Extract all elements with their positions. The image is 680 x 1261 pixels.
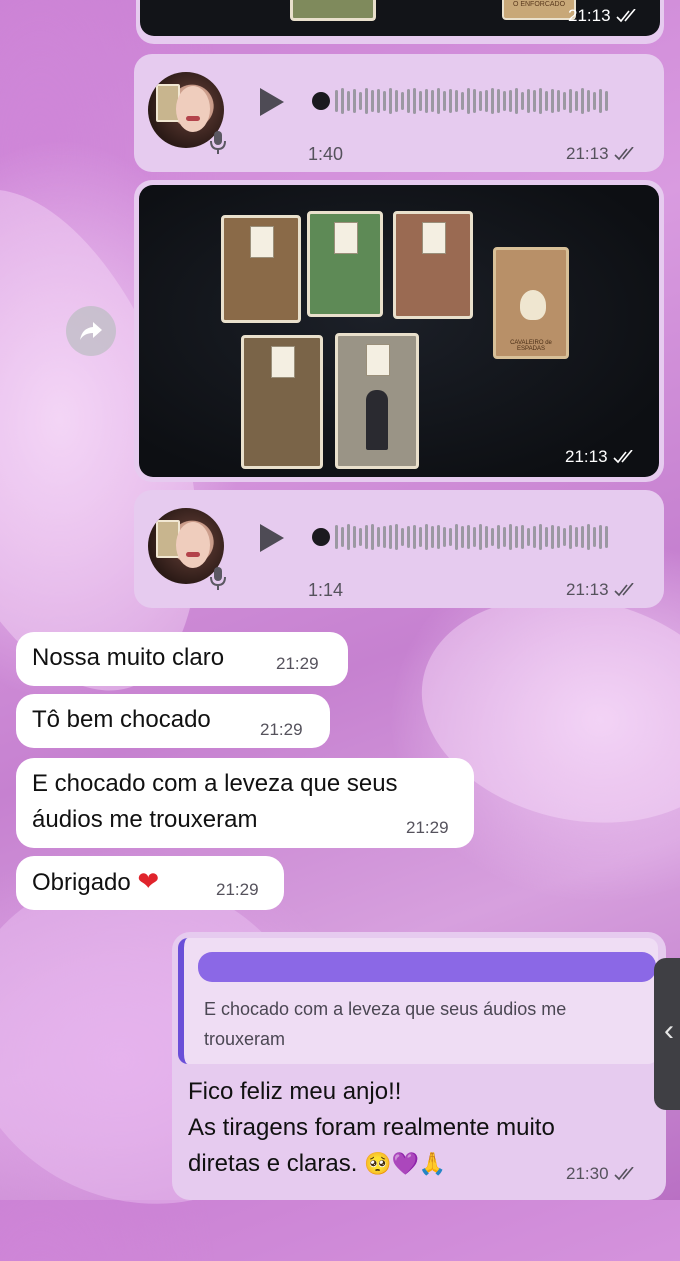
message-text-line: Fico feliz meu anjo!! bbox=[188, 1078, 402, 1105]
photo-message[interactable]: CAVALEIRO de ESPADAS 21:13 bbox=[134, 180, 664, 482]
forward-button[interactable] bbox=[66, 306, 116, 356]
tarot-spread-photo[interactable]: CAVALEIRO de ESPADAS 21:13 bbox=[139, 185, 659, 477]
incoming-message[interactable]: Obrigado ❤ 21:29 bbox=[16, 856, 284, 910]
message-text: Tô bem chocado bbox=[32, 706, 211, 733]
tarot-card bbox=[221, 215, 301, 323]
tarot-card bbox=[290, 0, 376, 21]
double-check-icon bbox=[613, 1167, 637, 1181]
tarot-card-label: CAVALEIRO de ESPADAS bbox=[510, 340, 552, 352]
pleading-face-emoji: 🥺 bbox=[364, 1152, 392, 1177]
play-icon[interactable] bbox=[260, 88, 284, 116]
play-icon[interactable] bbox=[260, 524, 284, 552]
message-time: 21:13 bbox=[566, 144, 637, 164]
double-check-icon bbox=[612, 450, 636, 464]
message-text: Nossa muito claro bbox=[32, 644, 225, 671]
message-time: 21:29 bbox=[406, 818, 449, 837]
message-time: 21:13 bbox=[568, 6, 639, 26]
message-time: 21:13 bbox=[566, 580, 637, 600]
folded-hands-emoji: 🙏 bbox=[418, 1152, 447, 1177]
audio-duration: 1:40 bbox=[308, 144, 344, 164]
message-time: 21:29 bbox=[276, 654, 319, 673]
message-text: Obrigado ❤ bbox=[32, 867, 160, 897]
tarot-card bbox=[335, 333, 419, 469]
tarot-card-label: O ENFORCADO bbox=[502, 0, 576, 20]
tarot-card: CAVALEIRO de ESPADAS bbox=[493, 247, 569, 359]
quoted-text: E chocado com a leveza que seus áudios m… bbox=[204, 999, 567, 1049]
message-time: 21:30 bbox=[566, 1164, 637, 1184]
tarot-card bbox=[393, 211, 473, 319]
side-panel-handle[interactable]: ‹ bbox=[654, 958, 680, 1110]
audio-waveform[interactable] bbox=[312, 520, 608, 554]
outgoing-reply-message[interactable]: E chocado com a leveza que seus áudios m… bbox=[172, 932, 666, 1200]
scrubber-handle[interactable] bbox=[312, 92, 330, 110]
voice-message[interactable]: 1:14 21:13 bbox=[134, 490, 664, 608]
message-text-line: As tiragens foram realmente muito bbox=[188, 1114, 555, 1141]
scrubber-handle[interactable] bbox=[312, 528, 330, 546]
red-heart-emoji: ❤ bbox=[137, 867, 160, 897]
chevron-left-icon: ‹ bbox=[664, 1014, 674, 1047]
media-message-top[interactable]: O ENFORCADO 21:13 bbox=[136, 0, 664, 44]
microphone-icon bbox=[208, 130, 228, 156]
tarot-card bbox=[307, 211, 383, 317]
message-text-line: diretas e claras. 🥺💜🙏 bbox=[188, 1150, 447, 1177]
microphone-icon bbox=[208, 566, 228, 592]
purple-heart-emoji: 💜 bbox=[391, 1152, 419, 1177]
message-time: 21:29 bbox=[216, 880, 259, 899]
quoted-message[interactable]: E chocado com a leveza que seus áudios m… bbox=[178, 938, 658, 1064]
message-time: 21:13 bbox=[565, 447, 636, 467]
message-text-line: E chocado com a leveza que seus bbox=[32, 770, 398, 797]
redacted-sender-name bbox=[198, 952, 656, 982]
double-check-icon bbox=[613, 583, 637, 597]
audio-duration: 1:14 bbox=[308, 580, 344, 600]
incoming-message[interactable]: Tô bem chocado 21:29 bbox=[16, 694, 330, 748]
tarot-card bbox=[241, 335, 323, 469]
incoming-message[interactable]: E chocado com a leveza que seus áudios m… bbox=[16, 758, 474, 848]
incoming-message[interactable]: Nossa muito claro 21:29 bbox=[16, 632, 348, 686]
voice-message[interactable]: 1:40 21:13 bbox=[134, 54, 664, 172]
media-thumbnail[interactable]: O ENFORCADO 21:13 bbox=[140, 0, 660, 36]
double-check-icon bbox=[615, 9, 639, 23]
message-text-line: áudios me trouxeram bbox=[32, 806, 258, 833]
message-time: 21:29 bbox=[260, 720, 303, 739]
double-check-icon bbox=[613, 147, 637, 161]
audio-waveform[interactable] bbox=[312, 84, 608, 118]
